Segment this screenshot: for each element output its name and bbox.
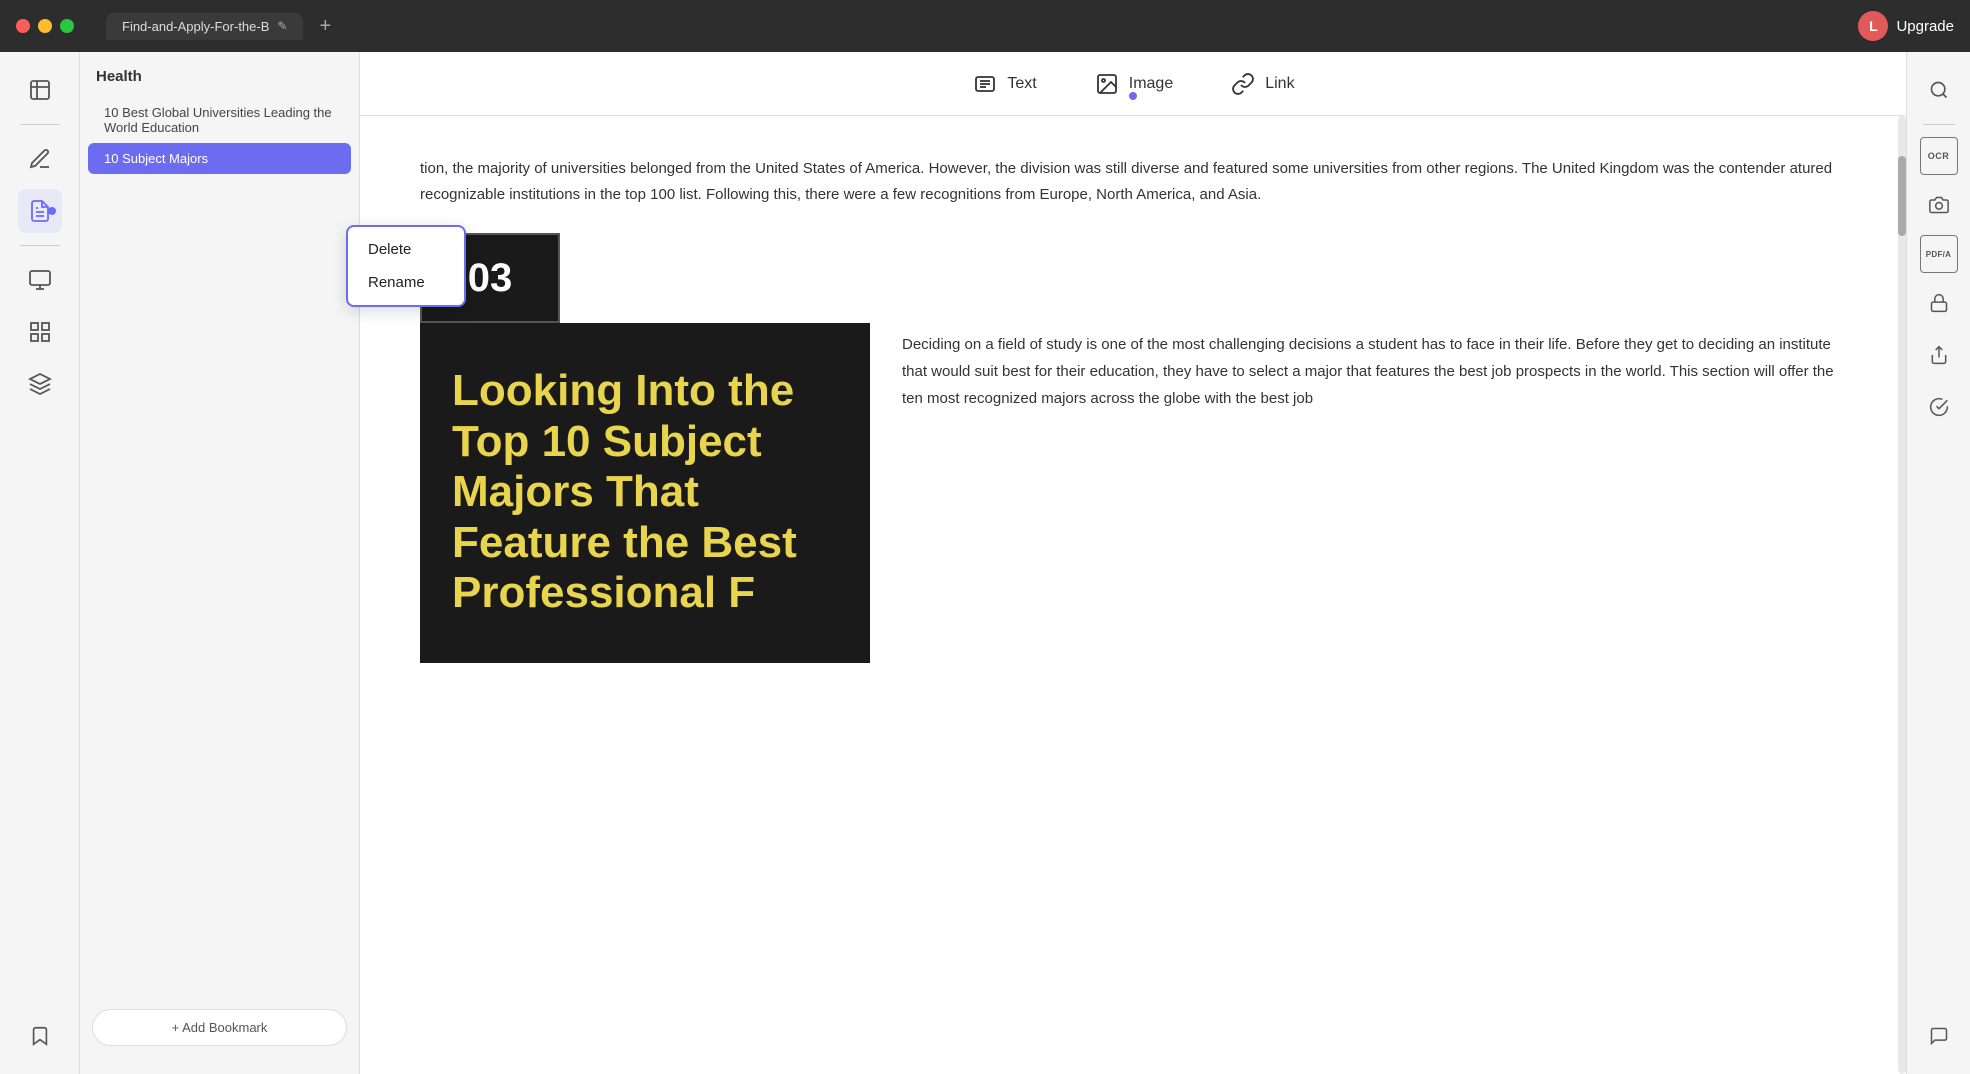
toolbar: Text Image [360,52,1906,116]
panel-item-subject-majors[interactable]: 10 Subject Majors [88,143,351,174]
annotation-sidebar-icon[interactable] [18,137,62,181]
section-row: Looking Into the Top 10 Subject Majors T… [420,323,1846,663]
text-icon [971,70,999,98]
toolbar-image-label: Image [1129,75,1173,93]
new-tab-button[interactable]: + [319,15,331,38]
context-menu-rename[interactable]: Rename [348,266,464,299]
main-container: Health 10 Best Global Universities Leadi… [0,52,1970,1074]
toolbar-link-label: Link [1265,75,1294,93]
main-content: Text Image [360,52,1906,1074]
pdfa-label: PDF/A [1926,250,1952,259]
panel-item-universities[interactable]: 10 Best Global Universities Leading the … [88,97,351,143]
sidebar-divider-2 [20,245,60,246]
right-sidebar-divider-1 [1923,124,1955,125]
right-sidebar: OCR PDF/A [1906,52,1970,1074]
tab-edit-icon[interactable]: ✎ [277,19,287,33]
scrollbar-track[interactable] [1898,116,1906,1074]
snapshot-icon[interactable] [1917,183,1961,227]
toolbar-link-item[interactable]: Link [1217,62,1306,106]
left-sidebar [0,52,80,1074]
titlebar: Find-and-Apply-For-the-B ✎ + L Upgrade [0,0,1970,52]
avatar: L [1858,11,1888,41]
bookmark-sidebar-icon[interactable] [18,1014,62,1058]
add-bookmark-button[interactable]: + Add Bookmark [92,1009,347,1046]
pdfa-icon[interactable]: PDF/A [1920,235,1958,273]
chat-icon[interactable] [1917,1014,1961,1058]
toolbar-active-indicator [1129,92,1137,100]
maximize-button[interactable] [60,19,74,33]
notes-sidebar-icon[interactable] [18,189,62,233]
ocr-icon[interactable]: OCR [1920,137,1958,175]
close-button[interactable] [16,19,30,33]
active-indicator-dot [48,207,56,215]
section-image-text: Looking Into the Top 10 Subject Majors T… [420,334,870,651]
section-number: 03 [468,244,513,312]
panel-sidebar: Health 10 Best Global Universities Leadi… [80,52,360,1074]
document-content[interactable]: tion, the majority of universities belon… [360,116,1906,1074]
context-menu: Delete Rename [346,225,466,307]
scrollbar-thumb[interactable] [1898,156,1906,236]
toolbar-text-item[interactable]: Text [959,62,1048,106]
search-icon[interactable] [1917,68,1961,112]
link-icon [1229,70,1257,98]
minimize-button[interactable] [38,19,52,33]
image-icon [1093,70,1121,98]
bookmarks-sidebar-icon[interactable] [18,68,62,112]
share-icon[interactable] [1917,333,1961,377]
document-paragraph-1: tion, the majority of universities belon… [420,156,1846,209]
active-tab[interactable]: Find-and-Apply-For-the-B ✎ [106,13,303,40]
layers-sidebar-icon[interactable] [18,362,62,406]
pages-sidebar-icon[interactable] [18,258,62,302]
tab-title: Find-and-Apply-For-the-B [122,19,269,34]
section-image: Looking Into the Top 10 Subject Majors T… [420,323,870,663]
secure-icon[interactable] [1917,281,1961,325]
ocr-label: OCR [1928,151,1950,161]
section-body-text: Deciding on a field of study is one of t… [902,323,1846,663]
collections-sidebar-icon[interactable] [18,310,62,354]
toolbar-text-label: Text [1007,75,1036,93]
context-menu-delete[interactable]: Delete [348,233,464,266]
traffic-lights [16,19,74,33]
check-icon[interactable] [1917,385,1961,429]
panel-section-title: Health [80,68,359,97]
upgrade-label: Upgrade [1896,18,1954,35]
upgrade-button[interactable]: L Upgrade [1858,11,1954,41]
sidebar-divider-1 [20,124,60,125]
